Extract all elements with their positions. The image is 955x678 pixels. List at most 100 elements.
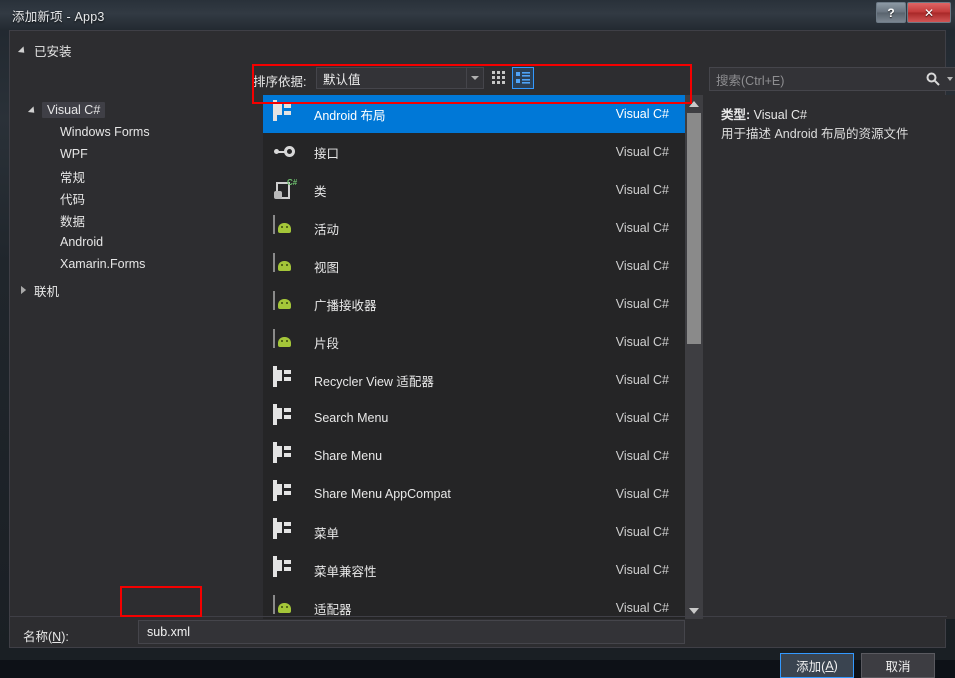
list-view-button[interactable]: [512, 67, 534, 89]
grid-view-icon: [492, 71, 505, 84]
layout-icon: [273, 480, 297, 506]
list-item-language: Visual C#: [615, 373, 669, 387]
detail-type-value: Visual C#: [753, 108, 807, 122]
layout-icon: [273, 366, 297, 392]
dialog-body: 已安装 Visual C# Windows Forms WPF 常规 代码 数据: [9, 30, 955, 678]
list-item-language: Visual C#: [615, 259, 669, 273]
list-item[interactable]: 活动 Visual C#: [263, 209, 685, 247]
title-bar: 添加新项 - App3 ? ✕: [0, 0, 955, 30]
sidebar-item-xamarin-forms[interactable]: Xamarin.Forms: [58, 253, 147, 275]
list-item-name: Search Menu: [314, 411, 389, 425]
android-icon: [273, 291, 297, 316]
chevron-down-icon[interactable]: [466, 68, 483, 88]
sort-dropdown[interactable]: 默认值: [316, 67, 484, 89]
sidebar-item-label: 代码: [60, 192, 86, 207]
list-item-name: 片段: [314, 336, 340, 351]
list-item[interactable]: 视图 Visual C#: [263, 247, 685, 285]
list-item-name: Recycler View 适配器: [314, 374, 434, 389]
list-item-name: 视图: [314, 260, 340, 275]
category-tree: 已安装 Visual C# Windows Forms WPF 常规 代码 数据: [10, 31, 250, 587]
add-new-item-dialog-window: 添加新项 - App3 ? ✕ 已安装 Visual C# Windows Fo…: [0, 0, 955, 678]
list-item-name: 适配器: [314, 602, 352, 617]
list-item[interactable]: Android 布局 Visual C#: [263, 95, 685, 133]
list-item-language: Visual C#: [615, 107, 669, 121]
sidebar-item-online[interactable]: 联机: [18, 279, 61, 301]
sort-value: 默认值: [323, 72, 361, 87]
list-item[interactable]: 广播接收器 Visual C#: [263, 285, 685, 323]
name-input[interactable]: sub.xml: [138, 620, 685, 644]
sidebar-item-windows-forms[interactable]: Windows Forms: [58, 121, 152, 143]
list-item[interactable]: Share Menu Visual C#: [263, 437, 685, 475]
sort-label: 排序依据:: [253, 75, 307, 89]
expander-open-icon[interactable]: [18, 39, 32, 61]
sidebar-item-data[interactable]: 数据: [58, 209, 87, 231]
list-item-language: Visual C#: [615, 335, 669, 349]
sidebar-item-general[interactable]: 常规: [58, 165, 87, 187]
sidebar-item-code[interactable]: 代码: [58, 187, 87, 209]
sidebar-item-label: Windows Forms: [60, 125, 150, 139]
list-item[interactable]: 适配器 Visual C#: [263, 589, 685, 619]
layout-icon: [273, 556, 297, 582]
sidebar-item-label: Xamarin.Forms: [60, 257, 146, 271]
list-item-name: Share Menu: [314, 449, 383, 463]
list-item-language: Visual C#: [615, 525, 669, 539]
sidebar-item-label: 常规: [60, 170, 86, 185]
close-button[interactable]: ✕: [907, 2, 951, 23]
window-title: 添加新项 - App3: [12, 10, 105, 24]
detail-type-label: 类型:: [721, 108, 751, 122]
list-view-icon: [516, 72, 530, 84]
chevron-down-icon[interactable]: [944, 77, 955, 81]
list-item[interactable]: C# 类 Visual C#: [263, 171, 685, 209]
class-icon: C#: [273, 178, 297, 202]
layout-icon: [273, 100, 297, 126]
template-list[interactable]: Android 布局 Visual C# 接口 Visual C# C# 类 V…: [263, 95, 703, 619]
expander-open-icon[interactable]: [28, 99, 42, 121]
list-item[interactable]: 片段 Visual C#: [263, 323, 685, 361]
android-icon: [273, 329, 297, 354]
list-item[interactable]: 菜单 Visual C#: [263, 513, 685, 551]
help-button[interactable]: ?: [876, 2, 906, 23]
search-icon[interactable]: [922, 72, 944, 86]
cancel-button[interactable]: 取消: [861, 653, 935, 678]
sidebar-item-label: Android: [60, 235, 104, 249]
list-item-name: Android 布局: [314, 108, 386, 123]
list-item-language: Visual C#: [615, 145, 669, 159]
list-item-name: 类: [314, 184, 327, 199]
detail-type-row: 类型: Visual C#: [721, 104, 807, 123]
search-input[interactable]: 搜索(Ctrl+E): [709, 67, 955, 91]
add-button[interactable]: 添加(A): [780, 653, 854, 678]
name-input-value: sub.xml: [147, 625, 191, 639]
list-item-language: Visual C#: [615, 487, 669, 501]
list-item-language: Visual C#: [615, 297, 669, 311]
grid-view-button[interactable]: [488, 67, 510, 89]
list-item-name: Share Menu AppCompat: [314, 487, 451, 501]
list-item[interactable]: Share Menu AppCompat Visual C#: [263, 475, 685, 513]
sidebar-item-visual-csharp[interactable]: Visual C#: [28, 99, 106, 121]
layout-icon: [273, 518, 297, 544]
details-panel: 类型: Visual C# 用于描述 Android 布局的资源文件: [709, 95, 955, 619]
sidebar-item-label: 数据: [60, 214, 86, 229]
list-item-language: Visual C#: [615, 449, 669, 463]
expander-closed-icon[interactable]: [18, 279, 32, 301]
tree-root-installed[interactable]: 已安装: [18, 39, 74, 61]
scrollbar-thumb[interactable]: [687, 113, 701, 344]
scroll-up-icon[interactable]: [685, 95, 703, 112]
sidebar-item-wpf[interactable]: WPF: [58, 143, 90, 165]
search-placeholder: 搜索(Ctrl+E): [716, 73, 785, 88]
sidebar-item-label: Visual C#: [42, 102, 106, 118]
list-item-name: 接口: [314, 146, 340, 161]
list-scrollbar[interactable]: [685, 95, 703, 619]
list-item[interactable]: 菜单兼容性 Visual C#: [263, 551, 685, 589]
tree-root-label: 已安装: [34, 44, 72, 59]
list-item[interactable]: Search Menu Visual C#: [263, 399, 685, 437]
list-item[interactable]: 接口 Visual C#: [263, 133, 685, 171]
list-item-language: Visual C#: [615, 411, 669, 425]
layout-icon: [273, 404, 297, 430]
sidebar-item-android[interactable]: Android: [58, 231, 105, 253]
list-item-language: Visual C#: [615, 563, 669, 577]
list-item-language: Visual C#: [615, 601, 669, 615]
list-item[interactable]: Recycler View 适配器 Visual C#: [263, 361, 685, 399]
android-icon: [273, 215, 297, 240]
list-item-language: Visual C#: [615, 183, 669, 197]
list-item-name: 菜单兼容性: [314, 564, 377, 579]
